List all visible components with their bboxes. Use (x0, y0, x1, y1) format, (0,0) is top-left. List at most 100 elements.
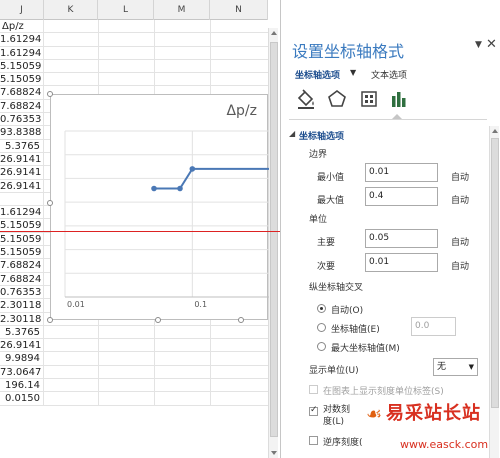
min-auto-button[interactable]: 自动 (451, 170, 469, 183)
cross-value-input[interactable]: 0.0 (411, 317, 456, 336)
column-header-k[interactable]: K (44, 0, 98, 20)
table-cell[interactable]: 26.9141 (0, 152, 44, 166)
close-icon[interactable]: ✕ (486, 37, 497, 52)
fill-bucket-icon[interactable] (295, 88, 317, 110)
column-header-j[interactable]: J (0, 0, 44, 20)
table-cell[interactable]: 5.15059 (0, 219, 44, 232)
max-bound-input[interactable]: 0.4 (365, 187, 438, 206)
collapse-triangle-icon[interactable]: ◢ (289, 129, 295, 138)
table-row: 73.0647 (0, 365, 268, 380)
table-cell[interactable]: 7.68824 (0, 86, 44, 99)
resize-handle[interactable] (155, 317, 161, 323)
scroll-down-icon[interactable] (271, 451, 277, 455)
table-cell[interactable]: 5.15059 (0, 59, 44, 73)
vertical-axis-crosses-label: 纵坐标轴交叉 (309, 283, 364, 293)
minor-label: 次要 (317, 262, 336, 272)
section-axis-options[interactable]: 坐标轴选项 (299, 129, 344, 142)
log-scale-label-line2: 度(L) (323, 417, 345, 427)
table-row: 5.15059 (0, 59, 268, 74)
table-cell[interactable]: 7.68824 (0, 259, 44, 272)
data-point (151, 185, 157, 192)
table-cell[interactable]: 73.0647 (0, 365, 44, 379)
minor-unit-input[interactable]: 0.01 (365, 253, 438, 272)
table-cell[interactable]: 1.61294 (0, 206, 44, 219)
min-label: 最小值 (317, 173, 345, 183)
scrollbar-thumb[interactable] (491, 138, 499, 408)
tab-text-options[interactable]: 文本选项 (371, 68, 407, 81)
table-cell[interactable]: 9.9894 (0, 352, 44, 365)
table-cell[interactable]: 1.61294 (0, 33, 44, 46)
table-cell[interactable]: 26.9141 (0, 339, 44, 352)
cross-auto-radio[interactable] (317, 304, 326, 313)
watermark-logo-icon: ☙ (366, 404, 383, 425)
table-row: Δp/z (0, 20, 268, 34)
table-cell[interactable]: 5.3765 (0, 325, 44, 339)
table-cell[interactable]: 5.15059 (0, 232, 44, 246)
table-cell[interactable]: 2.30118 (0, 312, 44, 325)
chevron-down-icon[interactable]: ▼ (350, 68, 356, 77)
pane-options-arrow-icon[interactable]: ▼ (475, 40, 482, 50)
table-cell[interactable]: Δp/z (0, 20, 44, 33)
table-cell[interactable] (0, 192, 44, 206)
minor-auto-button[interactable]: 自动 (451, 259, 469, 272)
table-cell[interactable]: 5.15059 (0, 73, 44, 86)
column-header-m[interactable]: M (154, 0, 210, 20)
table-row: 26.9141 (0, 339, 268, 353)
column-header-l[interactable]: L (98, 0, 154, 20)
resize-handle[interactable] (47, 317, 53, 323)
table-row: 5.3765 (0, 325, 268, 340)
display-units-select[interactable]: 无 ▼ (433, 358, 478, 376)
resize-handle[interactable] (47, 200, 53, 206)
table-cell[interactable]: 26.9141 (0, 179, 44, 192)
major-auto-button[interactable]: 自动 (451, 235, 469, 248)
table-cell[interactable]: 5.3765 (0, 139, 44, 152)
resize-handle[interactable] (47, 91, 53, 97)
sheet-vertical-scrollbar[interactable] (268, 28, 278, 458)
table-row: 5.15059 (0, 73, 268, 87)
max-label: 最大值 (317, 196, 345, 206)
plot-area[interactable]: 0.01 0.1 (51, 95, 269, 321)
table-row: 9.9894 (0, 352, 268, 366)
resize-handle[interactable] (238, 317, 244, 323)
scroll-up-icon[interactable] (271, 31, 277, 35)
watermark-text: 易采站长站 (386, 403, 481, 424)
size-properties-icon[interactable] (358, 88, 380, 110)
table-cell[interactable]: 26.9141 (0, 166, 44, 179)
table-cell[interactable]: 93.8388 (0, 126, 44, 139)
table-cell[interactable]: 2.30118 (0, 299, 44, 312)
x-tick-label: 0.01 (67, 300, 85, 309)
max-auto-button[interactable]: 自动 (451, 193, 469, 206)
table-cell[interactable]: 7.68824 (0, 272, 44, 285)
pane-vertical-scrollbar[interactable] (489, 126, 499, 458)
scroll-up-icon[interactable] (492, 129, 498, 133)
table-cell[interactable]: 0.76353 (0, 113, 44, 126)
scrollbar-thumb[interactable] (270, 42, 278, 437)
major-unit-input[interactable]: 0.05 (365, 229, 438, 248)
reverse-order-checkbox[interactable] (309, 436, 318, 445)
cross-axis-value-radio[interactable] (317, 323, 326, 332)
cross-max-radio[interactable] (317, 342, 326, 351)
reverse-order-label: 逆序刻度( (323, 438, 363, 448)
cross-auto-label[interactable]: 自动(O) (331, 303, 363, 316)
table-cell[interactable]: 196.14 (0, 379, 44, 392)
table-cell[interactable]: 5.15059 (0, 246, 44, 259)
chart-area[interactable]: Δp/z 0.01 0.1 (50, 94, 269, 321)
table-cell[interactable]: 7.68824 (0, 99, 44, 113)
tab-axis-options[interactable]: 坐标轴选项 (295, 68, 340, 81)
column-header-n[interactable]: N (210, 0, 268, 20)
table-cell[interactable]: 0.0150 (0, 392, 44, 405)
spreadsheet[interactable]: J K L M N Δp/z 1.61294 1.61294 5.15059 5… (0, 0, 278, 458)
show-units-label-text: 在图表上显示刻度单位标签(S) (323, 387, 444, 397)
log-scale-checkbox[interactable] (309, 405, 318, 416)
bar-chart-axis-options-icon[interactable] (388, 88, 410, 110)
show-units-label-checkbox[interactable] (309, 385, 318, 394)
x-tick-label: 0.1 (194, 300, 207, 309)
data-point (189, 166, 196, 172)
divider (289, 119, 487, 120)
table-cell[interactable]: 0.76353 (0, 285, 44, 299)
min-bound-input[interactable]: 0.01 (365, 163, 438, 182)
cross-max-label[interactable]: 最大坐标轴值(M) (331, 341, 400, 354)
pentagon-effects-icon[interactable] (326, 88, 348, 110)
cross-axis-value-label[interactable]: 坐标轴值(E) (331, 322, 380, 335)
table-cell[interactable]: 1.61294 (0, 46, 44, 59)
